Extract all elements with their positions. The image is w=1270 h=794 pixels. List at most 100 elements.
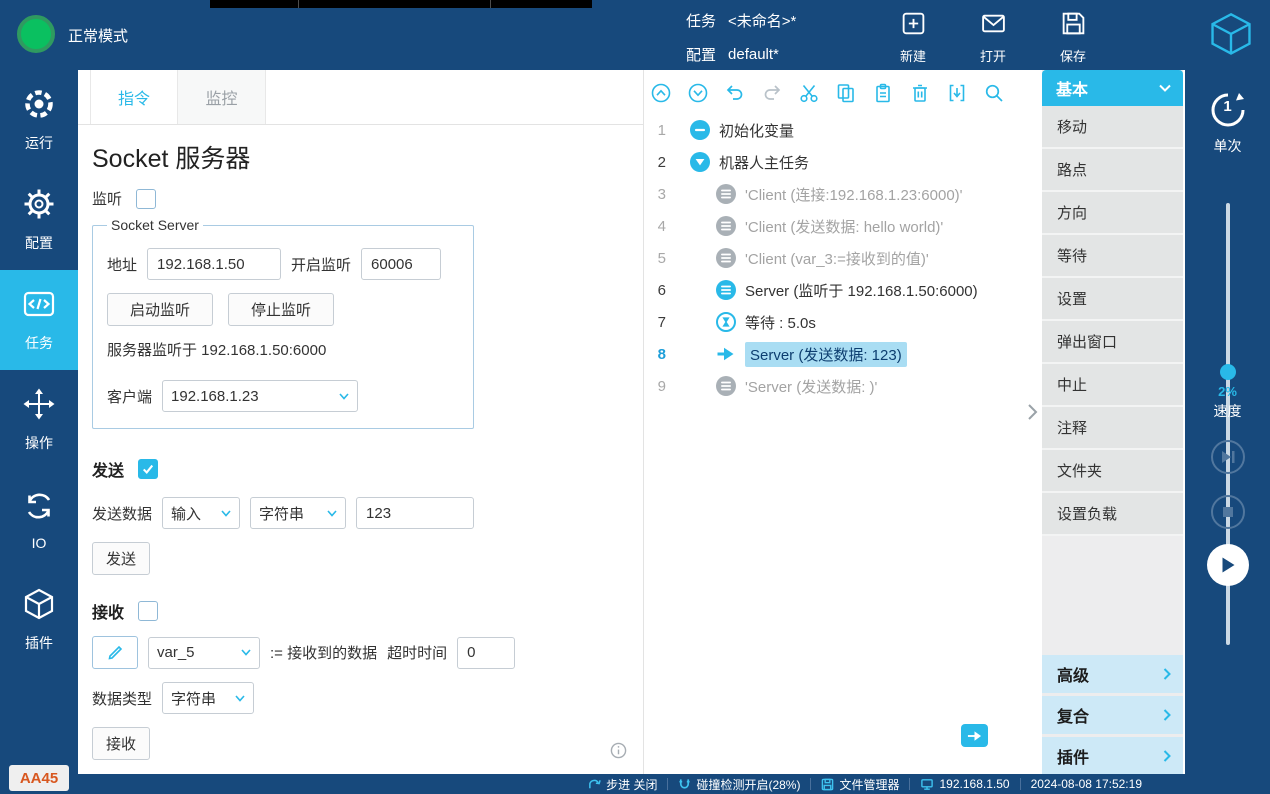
page-title: Socket 服务器 xyxy=(92,139,643,175)
line-number: 7 xyxy=(644,314,678,331)
new-task-button[interactable]: 新建 xyxy=(884,10,942,65)
step-over-button[interactable] xyxy=(1211,440,1245,474)
palette-item-direction[interactable]: 方向 xyxy=(1042,192,1183,235)
receive-button[interactable]: 接收 xyxy=(92,727,150,760)
palette-item-comment[interactable]: 注释 xyxy=(1042,407,1183,450)
palette-group-label: 复合 xyxy=(1057,703,1089,727)
speed-slider-handle[interactable] xyxy=(1220,364,1236,380)
tree-row-label: 'Client (发送数据: hello world)' xyxy=(745,216,943,237)
palette-item-abort[interactable]: 中止 xyxy=(1042,364,1183,407)
palette-item-move[interactable]: 移动 xyxy=(1042,106,1183,149)
listen-checkbox[interactable] xyxy=(136,189,156,209)
save-task-button[interactable]: 保存 xyxy=(1044,10,1102,65)
stop-listen-button[interactable]: 停止监听 xyxy=(228,293,334,326)
client-select[interactable]: 192.168.1.23 xyxy=(162,380,358,412)
sidebar-item-io[interactable]: IO xyxy=(0,470,78,570)
task-name[interactable]: <未命名>* xyxy=(728,10,796,31)
single-run-button[interactable]: 1 单次 xyxy=(1185,90,1270,156)
datatype-select[interactable]: 字符串 xyxy=(162,682,254,714)
palette-header-label: 基本 xyxy=(1056,76,1088,100)
redo-icon[interactable] xyxy=(761,82,783,104)
sidebar-item-operate[interactable]: 操作 xyxy=(0,370,78,470)
tree-row-label: 'Server (发送数据: )' xyxy=(745,376,877,397)
send-type-select[interactable]: 字符串 xyxy=(250,497,346,529)
collision-status[interactable]: 碰撞检测开启(28%) xyxy=(678,776,800,793)
tree-row-label: 机器人主任务 xyxy=(719,152,809,173)
tree-row[interactable]: 6 Server (监听于 192.168.1.50:6000) xyxy=(644,274,1040,306)
paste-icon[interactable] xyxy=(872,82,894,104)
send-data-input[interactable] xyxy=(356,497,474,529)
sidebar-item-task[interactable]: 任务 xyxy=(0,270,78,370)
palette-group-composite[interactable]: 复合 xyxy=(1042,696,1183,734)
tree-row[interactable]: 7 等待 : 5.0s xyxy=(644,306,1040,338)
command-palette: 基本 移动 路点 方向 等待 设置 弹出窗口 中止 注释 文件夹 设置负载 高级… xyxy=(1042,70,1183,775)
tree-row[interactable]: 2 机器人主任务 xyxy=(644,146,1040,178)
expand-all-icon[interactable] xyxy=(687,82,709,104)
sidebar-item-plugins[interactable]: 插件 xyxy=(0,570,78,670)
tree-row[interactable]: 3 'Client (连接:192.168.1.23:6000)' xyxy=(644,178,1040,210)
tree-row[interactable]: 5 'Client (var_3:=接收到的值)' xyxy=(644,242,1040,274)
palette-item-set[interactable]: 设置 xyxy=(1042,278,1183,321)
controller-ip[interactable]: 192.168.1.50 xyxy=(920,777,1009,791)
separator xyxy=(810,778,811,790)
run-control-bar: 1 单次 2% 速度 xyxy=(1185,70,1270,794)
tree-row[interactable]: 9 'Server (发送数据: )' xyxy=(644,370,1040,402)
info-icon[interactable] xyxy=(610,742,627,764)
top-bar: 正常模式 任务 <未命名>* 配置 default* 新建 打开 保存 xyxy=(0,0,1270,70)
undo-icon[interactable] xyxy=(724,82,746,104)
config-name[interactable]: default* xyxy=(728,46,779,63)
insert-icon[interactable] xyxy=(946,82,968,104)
tree-row[interactable]: 1 初始化变量 xyxy=(644,114,1040,146)
tree-row-selected[interactable]: 8 Server (发送数据: 123) xyxy=(644,338,1040,370)
send-data-label: 发送数据 xyxy=(92,503,152,524)
cut-icon[interactable] xyxy=(798,82,820,104)
copy-icon[interactable] xyxy=(835,82,857,104)
timeout-input[interactable] xyxy=(457,637,515,669)
start-listen-button[interactable]: 启动监听 xyxy=(107,293,213,326)
device-badge[interactable]: AA45 xyxy=(9,765,69,791)
delete-icon[interactable] xyxy=(909,82,931,104)
port-input[interactable] xyxy=(361,248,441,280)
tab-instruction[interactable]: 指令 xyxy=(90,70,178,124)
play-button[interactable] xyxy=(1207,544,1249,586)
address-input[interactable] xyxy=(147,248,281,280)
receive-checkbox[interactable] xyxy=(138,601,158,621)
edit-variable-button[interactable] xyxy=(92,636,138,669)
palette-group-advanced[interactable]: 高级 xyxy=(1042,655,1183,693)
init-variables-icon xyxy=(690,120,710,140)
open-task-button[interactable]: 打开 xyxy=(964,10,1022,65)
collapse-all-icon[interactable] xyxy=(650,82,672,104)
search-icon[interactable] xyxy=(983,82,1005,104)
receive-variable-select[interactable]: var_5 xyxy=(148,637,260,669)
tree-toolbar xyxy=(644,70,1040,114)
palette-group-label: 插件 xyxy=(1057,744,1089,768)
step-next-button[interactable] xyxy=(961,724,988,747)
separator xyxy=(909,778,910,790)
timeout-label: 超时时间 xyxy=(387,642,447,663)
tree-row[interactable]: 4 'Client (发送数据: hello world)' xyxy=(644,210,1040,242)
file-manager-link[interactable]: 文件管理器 xyxy=(821,776,899,793)
palette-item-popup[interactable]: 弹出窗口 xyxy=(1042,321,1183,364)
expand-panel-icon[interactable] xyxy=(1026,402,1038,427)
sidebar-item-config[interactable]: 配置 xyxy=(0,170,78,270)
palette-item-wait[interactable]: 等待 xyxy=(1042,235,1183,278)
send-button[interactable]: 发送 xyxy=(92,542,150,575)
step-mode-status[interactable]: 步进 关闭 xyxy=(588,776,657,793)
current-line-arrow-icon xyxy=(716,344,736,364)
palette-item-payload[interactable]: 设置负载 xyxy=(1042,493,1183,536)
datatype-label: 数据类型 xyxy=(92,688,152,709)
palette-group-plugin[interactable]: 插件 xyxy=(1042,737,1183,775)
operate-icon xyxy=(22,387,56,426)
stop-button[interactable] xyxy=(1211,495,1245,529)
palette-header-basic[interactable]: 基本 xyxy=(1042,70,1183,106)
palette-item-folder[interactable]: 文件夹 xyxy=(1042,450,1183,493)
palette-item-waypoint[interactable]: 路点 xyxy=(1042,149,1183,192)
sidebar-item-run[interactable]: 运行 xyxy=(0,70,78,170)
send-checkbox[interactable] xyxy=(138,459,158,479)
network-icon xyxy=(920,778,934,791)
server-status-text: 服务器监听于 192.168.1.50:6000 xyxy=(107,339,326,360)
tab-monitor[interactable]: 监控 xyxy=(178,70,266,124)
send-source-select[interactable]: 输入 xyxy=(162,497,240,529)
sidebar-item-label: 操作 xyxy=(25,433,53,453)
datatype-value: 字符串 xyxy=(171,688,216,709)
